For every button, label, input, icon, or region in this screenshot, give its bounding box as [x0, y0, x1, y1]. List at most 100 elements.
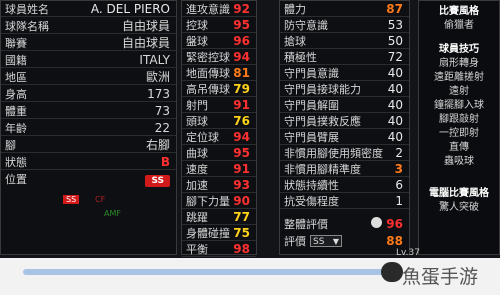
attr-row-mid: 地面傳球 81 [182, 65, 256, 81]
profile-row-weight: 體重 73 [1, 103, 176, 119]
attr-label: 防守意識 [284, 18, 328, 32]
attributes-panel-right: 抗受傷程度 1 狀態持續性 6 非慣用腳精準度 3 非慣用腳使用頻密度 2 守門員臂展 40 守門員… [279, 0, 410, 255]
attr-label: 守門員臂展 [284, 130, 339, 144]
attr-label: 守門員解圍 [284, 98, 339, 112]
profile-row-height: 身高 173 [1, 86, 176, 102]
skills-sidebar: 比賽風格 偷獵者 球員技巧 扇形轉身 遠距離搓射 遠射 鐘擺腳入球 腳跟敲射 一控即射 直傳 蟲吸球… [418, 0, 500, 255]
attr-label: 守門員接球能力 [284, 82, 361, 96]
attr-value: 40 [387, 129, 403, 144]
attr-row-mid: 進攻意識 92 [182, 1, 256, 17]
league-value: 自由球員 [121, 36, 170, 50]
attr-row-right: 抗受傷程度 1 [280, 193, 409, 209]
attr-row-mid: 跳躍 77 [182, 209, 256, 225]
attr-label: 非慣用腳精準度 [284, 162, 361, 176]
age-value: 22 [154, 120, 170, 135]
attr-value: 1 [395, 193, 403, 208]
condition-value: B [160, 154, 170, 169]
eval-row: 評價 SS ▼ 88 [280, 233, 409, 249]
attr-row-right: 積極性 72 [280, 49, 409, 65]
height-label: 身高 [5, 87, 27, 101]
attr-label: 加速 [186, 178, 208, 192]
foot-value: 右腳 [145, 138, 170, 152]
attr-value: 93 [233, 177, 250, 192]
level-slider-thumb[interactable] [380, 262, 403, 282]
gear-icon[interactable] [371, 217, 383, 228]
weight-label: 體重 [5, 104, 27, 118]
attr-row-mid: 加速 93 [182, 177, 256, 193]
player-name: A. DEL PIERO [90, 1, 170, 16]
attr-value: 98 [233, 241, 250, 256]
team-value: 自由球員 [121, 19, 170, 33]
profile-row-foot: 腳 右腳 [1, 137, 176, 153]
attr-value: 75 [233, 225, 250, 240]
attr-value: 40 [387, 97, 403, 112]
profile-row-condition: 狀態 B [1, 154, 176, 170]
attr-label: 速度 [186, 162, 208, 176]
attr-label: 進攻意識 [186, 2, 230, 16]
attr-label: 高吊傳球 [186, 82, 230, 96]
attr-row-mid: 定位球 94 [182, 129, 256, 145]
profile-row-position: 位置 SS [1, 171, 176, 187]
attr-row-mid: 盤球 96 [182, 33, 256, 49]
attr-label: 抗受傷程度 [284, 194, 339, 208]
position-label: 位置 [5, 173, 27, 186]
attr-value: 94 [233, 49, 250, 64]
attr-label: 緊密控球 [186, 50, 230, 64]
name-label: 球員姓名 [5, 2, 49, 16]
attr-row-mid: 控球 95 [182, 17, 256, 33]
attr-value: 76 [233, 113, 250, 128]
sidebar-skill-item: 偷獵者 [419, 15, 499, 31]
attr-label: 身體碰撞 [186, 226, 230, 240]
profile-row-team: 球隊名稱 自由球員 [1, 18, 176, 34]
position-map: SS CF AMF [1, 189, 176, 255]
attr-value: 50 [387, 33, 403, 48]
attr-value: 2 [395, 145, 403, 160]
attr-value: 90 [233, 193, 250, 208]
foot-label: 腳 [5, 138, 16, 152]
attr-row-right: 守門員意識 40 [280, 65, 409, 81]
chevron-down-icon: ▼ [332, 237, 339, 246]
skill-label: 蟲吸球 [444, 155, 474, 167]
attr-row-right: 體力 87 [280, 1, 409, 17]
attr-value: 91 [233, 161, 250, 176]
attr-label: 地面傳球 [186, 66, 230, 80]
eval-select[interactable]: SS ▼ [310, 235, 342, 247]
attr-row-right: 非慣用腳精準度 3 [280, 161, 409, 177]
attr-value: 92 [233, 1, 250, 16]
attr-value: 6 [395, 177, 403, 192]
attr-row-right: 狀態持續性 6 [280, 177, 409, 193]
attr-row-mid: 速度 91 [182, 161, 256, 177]
attr-label: 守門員意識 [284, 66, 339, 80]
overall-rating-row: 整體評價 96 [280, 216, 409, 232]
profile-row-name: 球員姓名 A. DEL PIERO [1, 1, 176, 17]
attr-label: 狀態持續性 [284, 178, 339, 192]
attr-row-right: 守門員撲救反應 40 [280, 113, 409, 129]
attr-label: 平衡 [186, 242, 208, 256]
mini-cf-label: CF [95, 195, 106, 204]
attr-label: 體力 [284, 2, 306, 16]
attr-label: 搶球 [284, 34, 306, 48]
attr-value: 95 [233, 145, 250, 160]
profile-row-league: 聯賽 自由球員 [1, 35, 176, 51]
attr-value: 72 [387, 49, 403, 64]
mini-ss-badge: SS [63, 195, 80, 204]
overall-rating-label: 整體評價 [284, 218, 328, 231]
eval-select-value: SS [313, 237, 325, 247]
attr-label: 控球 [186, 18, 208, 32]
level-slider-track[interactable] [23, 269, 403, 275]
attr-label: 定位球 [186, 130, 219, 144]
attr-value: 77 [233, 209, 250, 224]
attr-row-mid: 腳下力量 90 [182, 193, 256, 209]
attr-value: 94 [233, 129, 250, 144]
attr-row-mid: 平衡 98 [182, 241, 256, 257]
attr-row-mid: 高吊傳球 79 [182, 81, 256, 97]
league-label: 聯賽 [5, 36, 27, 50]
attr-row-mid: 曲球 95 [182, 145, 256, 161]
attributes-panel-mid: 進攻意識 92 控球 95 盤球 96 緊密控球 94 地面傳球 81 高吊傳球 79 射門 91 頭球 76… [181, 0, 257, 257]
attr-value: 81 [233, 65, 250, 80]
attr-value: 40 [387, 65, 403, 80]
attr-row-right: 守門員解圍 40 [280, 97, 409, 113]
nation-value: ITALY [139, 52, 170, 67]
attr-label: 曲球 [186, 146, 208, 160]
attr-label: 盤球 [186, 34, 208, 48]
